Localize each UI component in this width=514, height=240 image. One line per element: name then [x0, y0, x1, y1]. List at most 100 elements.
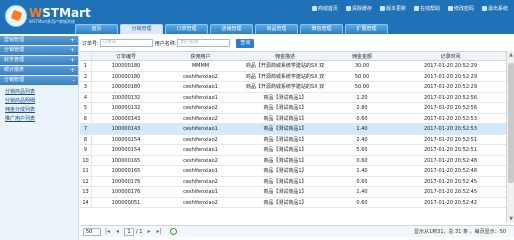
order-number-cell: 100000180 [111, 73, 141, 80]
amount-cell: 30.00 [354, 63, 370, 69]
amount-cell: 0.60 [356, 199, 368, 206]
sidebar-links: 分销商品列表 分销商品明细 佣金分成列表 推广用户列表 [0, 86, 78, 124]
top-link-clear-cache[interactable]: 清除缓存 [345, 5, 372, 12]
table-row[interactable]: 11 100000165 ceshifenxiao1 商品【测试商品1】 1.40 201… [80, 166, 506, 177]
description-cell: 商品【开源商城系统学建站的SX 双 [245, 73, 325, 80]
sidebar-link-distribution-detail[interactable]: 分销商品明细 [5, 97, 78, 106]
nav-tab-distribution[interactable]: 分销管理 [120, 24, 163, 34]
description-cell: 商品【测试商品1】 [263, 115, 307, 122]
expand-icon: + [69, 67, 75, 74]
row-number: 9 [80, 145, 92, 155]
table-row[interactable]: 13 100000176 ceshifenxiao1 商品【测试商品1】 1.40 201… [80, 187, 506, 198]
page-number-input[interactable]: 1 [124, 227, 134, 236]
amount-cell: 50.00 [354, 84, 370, 90]
top-link-password[interactable]: 修改密码 [447, 5, 474, 12]
first-page-icon[interactable]: |◂ [104, 228, 111, 236]
refresh-icon[interactable] [170, 228, 178, 235]
total-pages-text: / 1 [136, 228, 143, 235]
top-header: WSTMart WSTMart多用户商城系统 商城首页 清除缓存 版本更新 在线… [0, 0, 514, 34]
page-size-select[interactable]: 50 [83, 227, 101, 236]
amount-cell: 1.40 [356, 168, 368, 174]
order-number-input[interactable]: 订单号 [99, 39, 153, 47]
sidebar-link-distribution-goods[interactable]: 分销商品列表 [5, 88, 78, 97]
user-cell: ceshifenxiao1 [183, 189, 218, 195]
amount-cell: 0.60 [356, 115, 368, 122]
table-row[interactable]: 8 100000154 ceshifenxiao2 商品【测试商品1】 2.40 2017… [80, 134, 506, 145]
table-row[interactable]: 12 100000176 ceshifenxiao2 商品【测试商品1】 0.60 201… [80, 176, 506, 187]
next-page-icon[interactable]: ▸ [145, 228, 152, 236]
sidebar-link-commission-list[interactable]: 佣金分成列表 [5, 106, 78, 115]
top-link-label: 版本更新 [385, 6, 406, 12]
top-link-home[interactable]: 商城首页 [311, 5, 338, 12]
prev-page-icon[interactable]: ◂ [114, 228, 121, 236]
column-header[interactable]: 佣金金额 [329, 52, 395, 60]
time-cell: 2017-01-20 20:52:51 [423, 136, 478, 143]
version-icon [379, 6, 385, 11]
table-row[interactable]: 1 100000180 MMMM 商品【开源商城系统学建站的SX 双 30.00 2017… [80, 61, 506, 72]
table-row[interactable]: 14 100000051 ceshifenxiao2 商品【测试商品1】 0.60 201… [80, 197, 506, 208]
order-number-cell: 100000143 [111, 126, 141, 132]
user-name-input[interactable]: 用户名称 [177, 39, 231, 47]
time-cell: 2017-01-20 20:52:56 [423, 105, 478, 111]
user-cell: ceshifenxiao1 [183, 126, 218, 132]
scroll-thumb[interactable] [508, 63, 514, 183]
sidebar-section-finance[interactable]: 财务管理 + [0, 56, 78, 65]
table-row[interactable]: 10 100000165 ceshifenxiao2 商品【测试商品1】 0.60 201… [80, 155, 506, 166]
amount-cell: 1.20 [356, 94, 368, 101]
nav-tab-extensions[interactable]: 扩展管理 [345, 24, 388, 34]
nav-tab-shops[interactable]: 店铺管理 [210, 24, 253, 34]
order-number-cell: 100000180 [111, 63, 141, 69]
search-button[interactable]: 查询 [236, 38, 255, 48]
amount-cell: 2.40 [356, 136, 368, 143]
row-number: 1 [80, 61, 92, 71]
row-number-header [80, 52, 92, 60]
filter-bar: 订单号: 订单号 用户名称: 用户名称 查询 [80, 36, 514, 50]
scroll-up-icon[interactable]: ▲ [508, 52, 514, 58]
nav-tab-home[interactable]: 首页 [75, 24, 118, 34]
table-row[interactable]: 3 100000180 ceshifenxiao1 商品【开源商城系统学建站的SX 双… [80, 82, 506, 93]
order-number-cell: 100000132 [111, 105, 141, 111]
table-row[interactable]: 4 100000132 ceshifenxiao1 商品【测试商品1】 1.20 2017… [80, 92, 506, 103]
amount-cell: 1.40 [356, 189, 368, 195]
time-cell: 2017-01-20 20:52:29 [423, 63, 478, 69]
amount-cell: 2.80 [356, 105, 368, 111]
sidebar-section-distribution-b[interactable]: 分销管理 - [0, 76, 78, 85]
top-link-logout[interactable]: 退出系统 [481, 5, 508, 12]
sidebar-section-marketing[interactable]: 营销管理 + [0, 36, 78, 45]
sidebar-link-promoted-users[interactable]: 推广用户列表 [5, 115, 78, 124]
user-cell: ceshifenxiao2 [183, 157, 218, 164]
description-cell: 商品【测试商品1】 [263, 189, 307, 195]
expand-icon: + [69, 57, 75, 64]
table-row[interactable]: 5 100000132 ceshifenxiao2 商品【测试商品1】 2.80 2017… [80, 103, 506, 114]
sidebar-section-distribution-a[interactable]: 分销管理 + [0, 46, 78, 55]
top-link-help[interactable]: 在线帮助 [413, 5, 440, 12]
last-page-icon[interactable]: ▸| [155, 228, 162, 236]
order-number-cell: 100000154 [111, 147, 141, 153]
order-number-cell: 100000165 [111, 168, 141, 174]
table-row[interactable]: 6 100000143 ceshifenxiao2 商品【测试商品1】 0.60 2017… [80, 113, 506, 124]
amount-cell: 0.60 [356, 157, 368, 164]
row-number: 12 [80, 176, 92, 186]
column-header[interactable]: 记录时间 [395, 52, 506, 60]
top-link-update[interactable]: 版本更新 [379, 5, 406, 12]
top-links: 商城首页 清除缓存 版本更新 在线帮助 修改密码 退出系统 [311, 5, 508, 12]
table-row[interactable]: 9 100000154 ceshifenxiao1 商品【测试商品1】 5.60 2017… [80, 145, 506, 156]
expand-icon: + [69, 47, 75, 54]
order-number-cell: 100000176 [111, 189, 141, 195]
table-row[interactable]: 2 100000180 ceshifenxiao2 商品【开源商城系统学建站的SX 双… [80, 71, 506, 82]
nav-tab-wechat[interactable]: 微信管理 [300, 24, 343, 34]
logo-text-prefix: W [29, 6, 43, 20]
table-row[interactable]: 7 100000143 ceshifenxiao1 商品【测试商品1】 1.40 2017… [80, 124, 506, 135]
nav-tab-orders[interactable]: 订单管理 [165, 24, 208, 34]
column-header[interactable]: 获佣用户 [160, 52, 241, 60]
scroll-down-icon[interactable]: ▼ [508, 216, 514, 222]
table-scrollbar[interactable]: ▲ ▼ [506, 51, 514, 223]
sidebar-section-reports[interactable]: 统计报表 + [0, 66, 78, 75]
time-cell: 2017-01-20 20:52:45 [423, 189, 478, 195]
nav-tab-goods[interactable]: 商品管理 [255, 24, 298, 34]
column-header[interactable]: 订单编号 [92, 52, 160, 60]
column-header[interactable]: 佣金描述 [241, 52, 329, 60]
user-cell: ceshifenxiao2 [183, 73, 218, 80]
user-cell: ceshifenxiao2 [183, 178, 218, 185]
order-number-cell: 100000176 [111, 178, 141, 185]
